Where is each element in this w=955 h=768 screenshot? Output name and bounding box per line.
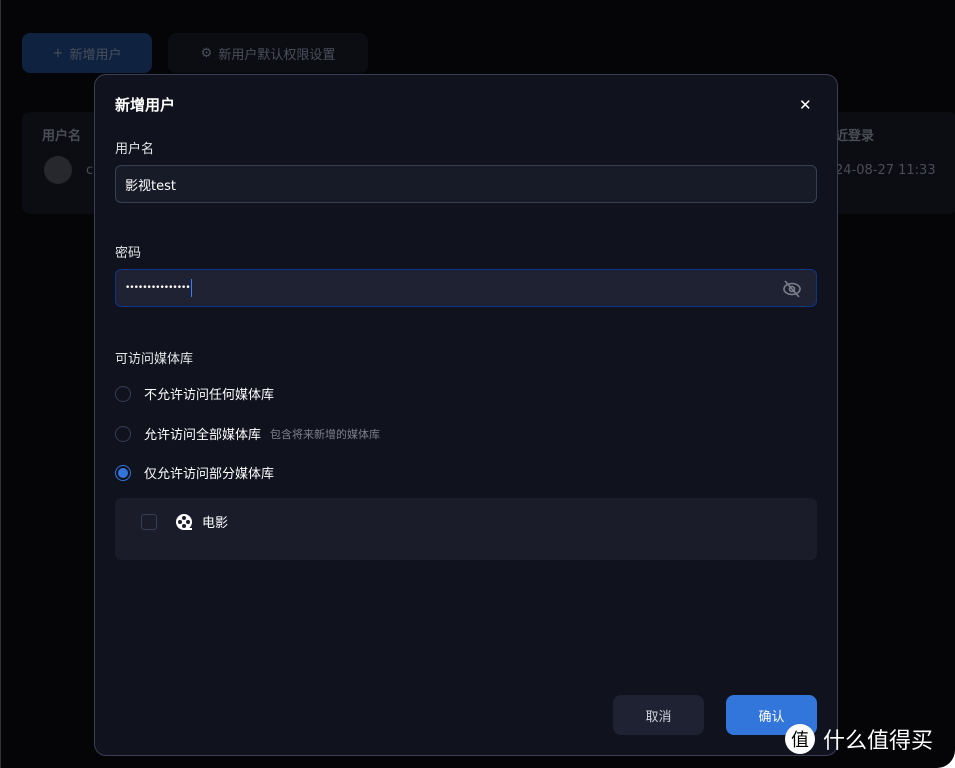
radio-label: 允许访问全部媒体库 (144, 428, 262, 443)
add-user-dialog: 新增用户 ✕ 用户名 影视test 密码 ••••••••••••••• 可访问… (94, 74, 838, 756)
radio-circle-selected (115, 464, 131, 481)
col-last-login: 近登录 (835, 129, 875, 144)
row-username: c (86, 163, 94, 178)
text-caret (190, 279, 192, 297)
username-label: 用户名 (115, 142, 155, 157)
gear-icon: ⚙ (200, 45, 213, 61)
radio-no-access[interactable]: 不允许访问任何媒体库 (115, 384, 274, 403)
watermark-text: 什么值得买 (823, 729, 934, 754)
plus-icon: + (52, 45, 64, 61)
col-username: 用户名 (42, 129, 82, 144)
row-last-login: 24-08-27 11:33 (835, 163, 936, 178)
library-name: 电影 (202, 516, 229, 531)
library-access-label: 可访问媒体库 (115, 352, 194, 367)
radio-partial-access[interactable]: 仅允许访问部分媒体库 (115, 463, 274, 482)
cancel-button[interactable]: 取消 (613, 695, 704, 735)
dialog-title: 新增用户 (115, 96, 176, 114)
username-input[interactable]: 影视test (115, 165, 817, 203)
add-user-label: 新增用户 (69, 47, 122, 63)
radio-hint: 包含将来新增的媒体库 (270, 427, 381, 441)
library-list: 电影 (115, 498, 817, 560)
password-value: ••••••••••••••• (125, 283, 191, 293)
radio-all-access[interactable]: 允许访问全部媒体库 包含将来新增的媒体库 (115, 424, 380, 443)
watermark-logo: 值 (785, 724, 815, 754)
radio-circle (115, 385, 131, 402)
radio-label: 仅允许访问部分媒体库 (144, 467, 275, 482)
username-value: 影视test (125, 178, 176, 194)
close-icon[interactable]: ✕ (799, 96, 812, 114)
library-checkbox[interactable] (141, 513, 157, 530)
default-permission-label: 新用户默认权限设置 (218, 47, 336, 63)
radio-label: 不允许访问任何媒体库 (144, 388, 275, 403)
film-reel-icon (176, 513, 192, 530)
password-label: 密码 (115, 246, 142, 261)
app-screen: + 新增用户 ⚙ 新用户默认权限设置 用户名 近登录 c 24-08-27 11:3… (0, 0, 955, 768)
default-permission-button[interactable]: ⚙ 新用户默认权限设置 (168, 33, 368, 73)
eye-off-icon[interactable] (782, 279, 802, 299)
password-input[interactable]: ••••••••••••••• (115, 269, 817, 307)
library-item-movies[interactable]: 电影 (141, 512, 228, 531)
add-user-button[interactable]: + 新增用户 (22, 33, 152, 73)
watermark: 值什么值得买 (785, 723, 933, 755)
radio-circle (115, 425, 131, 442)
avatar (44, 156, 72, 184)
